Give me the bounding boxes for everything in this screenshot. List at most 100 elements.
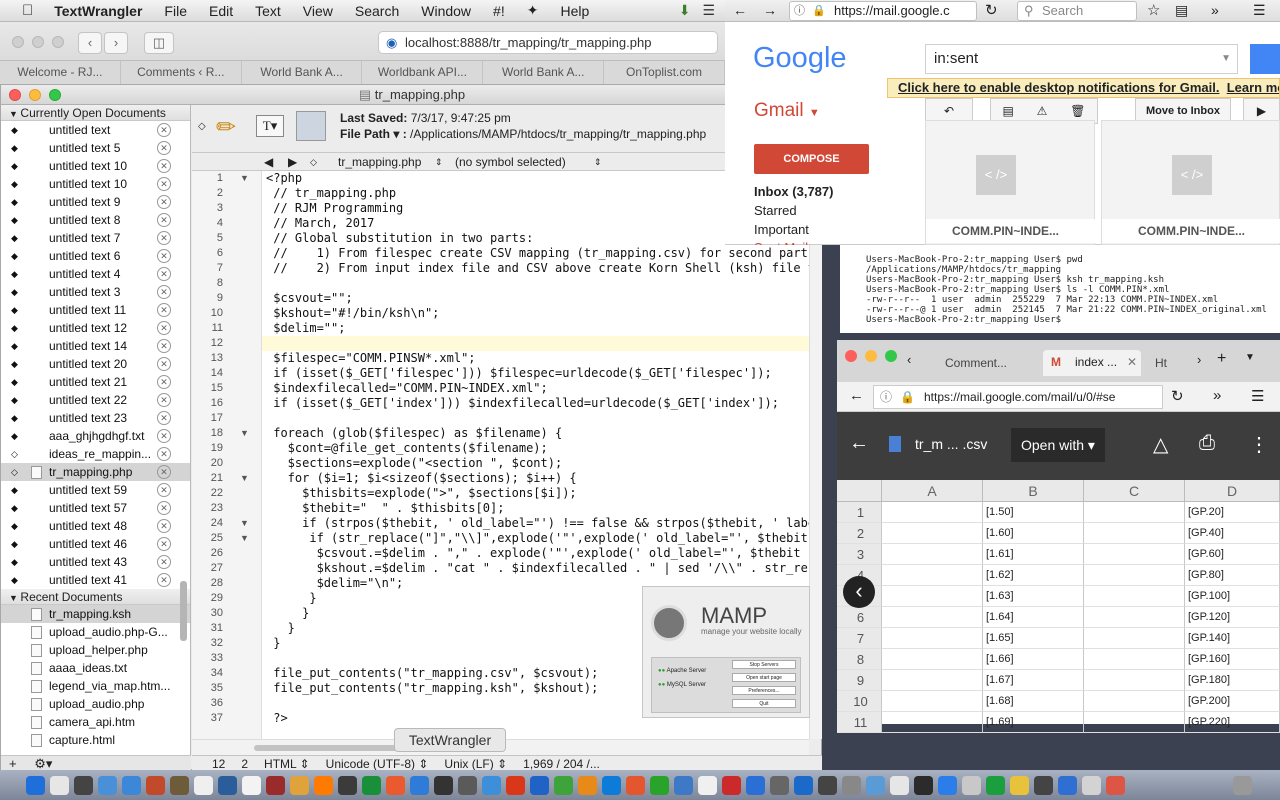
open-document-item[interactable]: ◆ untitled text 10 ✕ xyxy=(1,157,190,175)
firefox-url-bar[interactable]: ⓘ 🔒 https://mail.google.c xyxy=(789,1,977,21)
open-document-item[interactable]: ◆ untitled text 41 ✕ xyxy=(1,571,190,589)
photos-icon[interactable] xyxy=(146,775,165,795)
open-document-item[interactable]: ◆ untitled text 59 ✕ xyxy=(1,481,190,499)
horizontal-scroll-thumb[interactable] xyxy=(254,745,404,751)
minimize-icon[interactable] xyxy=(29,89,41,101)
recent-document-item[interactable]: aaaa_ideas.txt xyxy=(1,659,190,677)
table-cell[interactable]: [GP.120] xyxy=(1185,607,1280,628)
folder-starred[interactable]: Starred xyxy=(754,203,797,218)
attachment-card[interactable]: < /> COMM.PIN~INDE... xyxy=(1101,120,1280,245)
app-icon[interactable] xyxy=(1106,775,1125,795)
vlc-icon[interactable] xyxy=(578,775,597,795)
table-cell[interactable] xyxy=(882,712,983,733)
open-document-item[interactable]: ◆ untitled text 11 ✕ xyxy=(1,301,190,319)
app-icon[interactable] xyxy=(1082,775,1101,795)
close-icon[interactable] xyxy=(845,350,857,362)
app-icon[interactable] xyxy=(962,775,981,795)
fold-icon[interactable]: ▼ xyxy=(240,426,249,441)
back-icon[interactable]: ← xyxy=(733,2,747,18)
menu-search[interactable]: Search xyxy=(344,3,410,19)
table-cell[interactable] xyxy=(882,544,983,565)
table-cell[interactable] xyxy=(1084,691,1185,712)
app-icon[interactable] xyxy=(842,775,861,795)
close-document-icon[interactable]: ✕ xyxy=(157,213,171,227)
close-document-icon[interactable]: ✕ xyxy=(157,249,171,263)
code-line[interactable]: // 1) From filespec create CSV mapping (… xyxy=(262,246,809,261)
minimize-icon[interactable] xyxy=(865,350,877,362)
app-icon[interactable] xyxy=(890,775,909,795)
open-document-item[interactable]: ◆ untitled text 48 ✕ xyxy=(1,517,190,535)
reload-icon[interactable]: ↻ xyxy=(985,1,998,19)
table-cell[interactable]: [GP.40] xyxy=(1185,523,1280,544)
table-cell[interactable] xyxy=(882,502,983,523)
close-document-icon[interactable]: ✕ xyxy=(157,321,171,335)
code-line[interactable]: if (isset($_GET['filespec'])) $filespec=… xyxy=(262,366,809,381)
open-document-item[interactable]: ◆ untitled text 6 ✕ xyxy=(1,247,190,265)
terminal-icon[interactable] xyxy=(266,775,285,795)
text-options-icon[interactable]: T▾ xyxy=(256,115,284,137)
open-document-item[interactable]: ◆ untitled text 46 ✕ xyxy=(1,535,190,553)
folder-sent[interactable]: Sent Mail xyxy=(754,240,808,245)
close-document-icon[interactable]: ✕ xyxy=(157,285,171,299)
app-icon[interactable] xyxy=(434,775,453,795)
menu-help[interactable]: Help xyxy=(549,3,600,19)
previous-file-icon[interactable]: ‹ xyxy=(843,576,875,608)
open-document-item[interactable]: ◆ untitled text 57 ✕ xyxy=(1,499,190,517)
table-cell[interactable] xyxy=(882,670,983,691)
table-cell[interactable] xyxy=(1084,712,1185,733)
close-document-icon[interactable]: ✕ xyxy=(157,159,171,173)
open-document-item[interactable]: ◆ untitled text 10 ✕ xyxy=(1,175,190,193)
close-document-icon[interactable]: ✕ xyxy=(157,141,171,155)
code-line[interactable]: $kshout="#!/bin/ksh\n"; xyxy=(262,306,809,321)
table-cell[interactable]: [GP.140] xyxy=(1185,628,1280,649)
recent-document-item[interactable]: upload_audio.php xyxy=(1,695,190,713)
new-tab-icon[interactable]: + xyxy=(1217,350,1226,368)
gmail-label[interactable]: Gmail ▼ xyxy=(754,100,820,122)
close-document-icon[interactable]: ✕ xyxy=(157,429,171,443)
app-icon[interactable] xyxy=(458,775,477,795)
table-cell[interactable] xyxy=(882,586,983,607)
open-document-item[interactable]: ◆ untitled text 22 ✕ xyxy=(1,391,190,409)
safari-tab[interactable]: OnToplist.com xyxy=(604,61,725,84)
preview-icon[interactable] xyxy=(290,775,309,795)
app-icon[interactable] xyxy=(818,775,837,795)
table-cell[interactable] xyxy=(1084,502,1185,523)
disclosure-triangle-icon[interactable]: ▼ xyxy=(9,593,20,603)
table-cell[interactable]: [1.63] xyxy=(983,586,1084,607)
encoding-popup[interactable]: Unicode (UTF-8) ⇕ xyxy=(326,756,429,771)
code-line[interactable] xyxy=(262,411,809,426)
open-document-item[interactable]: ◆ untitled text 14 ✕ xyxy=(1,337,190,355)
app-icon[interactable] xyxy=(866,775,885,795)
recent-document-item[interactable]: capture.html xyxy=(1,731,190,749)
code-line[interactable]: foreach (glob($filespec) as $filename) { xyxy=(262,426,809,441)
open-document-item[interactable]: ◆ untitled text 4 ✕ xyxy=(1,265,190,283)
more-options-icon[interactable]: ⋮ xyxy=(1249,432,1269,457)
google-logo[interactable]: Google xyxy=(753,42,847,75)
tab-scroll-right-icon[interactable]: › xyxy=(1197,352,1201,367)
table-cell[interactable] xyxy=(1084,586,1185,607)
code-line[interactable]: $kshout.=$delim . "cat " . $indexfilecal… xyxy=(262,561,809,576)
terminal-output[interactable]: Users-MacBook-Pro-2:tr_mapping User$ pwd… xyxy=(840,245,1280,333)
previous-icon[interactable]: ◀ xyxy=(264,153,273,171)
close-icon[interactable] xyxy=(9,89,21,101)
app-icon[interactable] xyxy=(794,775,813,795)
maps-icon[interactable] xyxy=(362,775,381,795)
calendar-icon[interactable] xyxy=(194,775,213,795)
open-document-item[interactable]: ◆ untitled text 8 ✕ xyxy=(1,211,190,229)
open-document-item[interactable]: ◆ untitled text 23 ✕ xyxy=(1,409,190,427)
hamburger-menu-icon[interactable]: ☰ xyxy=(1253,2,1266,19)
fold-icon[interactable]: ▼ xyxy=(240,516,249,531)
open-documents-header[interactable]: ▼ Currently Open Documents xyxy=(1,105,190,121)
forward-button[interactable]: › xyxy=(104,32,128,54)
app-icon[interactable] xyxy=(506,775,525,795)
stop-servers-button[interactable]: Stop Servers xyxy=(732,660,796,669)
table-cell[interactable]: [1.61] xyxy=(983,544,1084,565)
symbol-popup[interactable]: (no symbol selected) xyxy=(455,153,566,171)
language-popup[interactable]: HTML ⇕ xyxy=(264,756,310,771)
table-cell[interactable] xyxy=(882,649,983,670)
gmail-search-button[interactable] xyxy=(1250,44,1280,74)
open-document-item[interactable]: ◆ untitled text 3 ✕ xyxy=(1,283,190,301)
textedit-icon[interactable] xyxy=(242,775,261,795)
launchpad-icon[interactable] xyxy=(74,775,93,795)
close-document-icon[interactable]: ✕ xyxy=(157,303,171,317)
